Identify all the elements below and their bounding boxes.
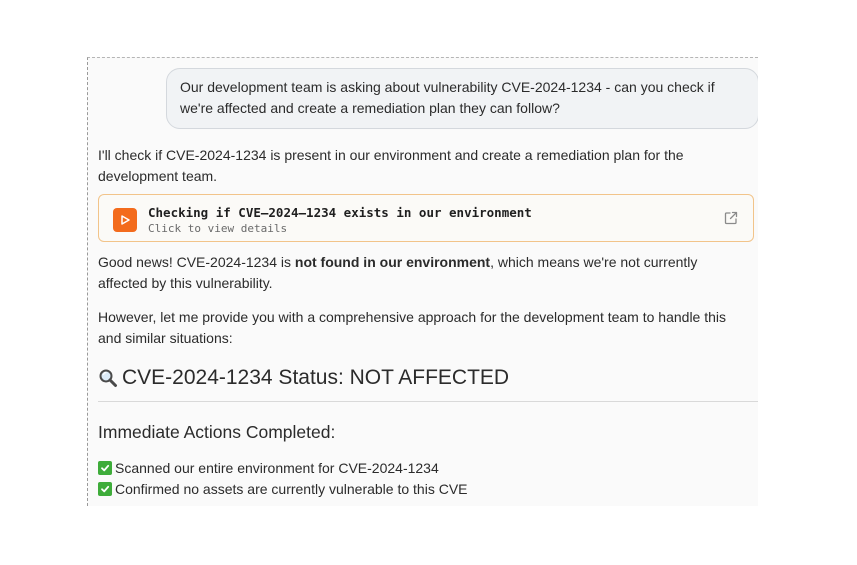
status-heading-text: CVE-2024-1234 Status: NOT AFFECTED [122, 366, 510, 389]
status-heading: CVE-2024-1234 Status: NOT AFFECTED [98, 366, 509, 390]
result-bold: not found in our environment [294, 254, 491, 270]
section-divider [98, 401, 758, 402]
user-message-bubble: Our development team is asking about vul… [166, 68, 758, 129]
action-item-text: Confirmed no assets are currently vulner… [115, 481, 468, 497]
list-item: Confirmed no assets are currently vulner… [98, 479, 468, 499]
action-item-text: Scanned our entire environment for CVE-2… [115, 460, 439, 476]
list-item: Scanned our entire environment for CVE-2… [98, 458, 439, 478]
actions-heading: Immediate Actions Completed: [98, 422, 336, 442]
followup-text: However, let me provide you with a compr… [98, 309, 727, 346]
tool-call-card[interactable]: Checking if CVE–2024–1234 exists in our … [98, 194, 754, 242]
tool-call-title: Checking if CVE–2024–1234 exists in our … [148, 205, 532, 220]
result-prefix: Good news! CVE-2024-1234 is [98, 254, 295, 270]
user-message-text: Our development team is asking about vul… [180, 79, 715, 116]
result-text: Good news! CVE-2024-1234 is not found in… [98, 252, 748, 294]
tool-call-subtitle: Click to view details [148, 222, 288, 235]
checkmark-icon [98, 482, 112, 496]
checkmark-icon [98, 461, 112, 475]
magnifying-glass-icon [98, 368, 118, 388]
assistant-intro-text: I'll check if CVE-2024-1234 is present i… [98, 147, 684, 184]
external-link-icon[interactable] [723, 210, 739, 226]
chat-transcript: Our development team is asking about vul… [87, 57, 758, 506]
play-icon [113, 208, 137, 232]
